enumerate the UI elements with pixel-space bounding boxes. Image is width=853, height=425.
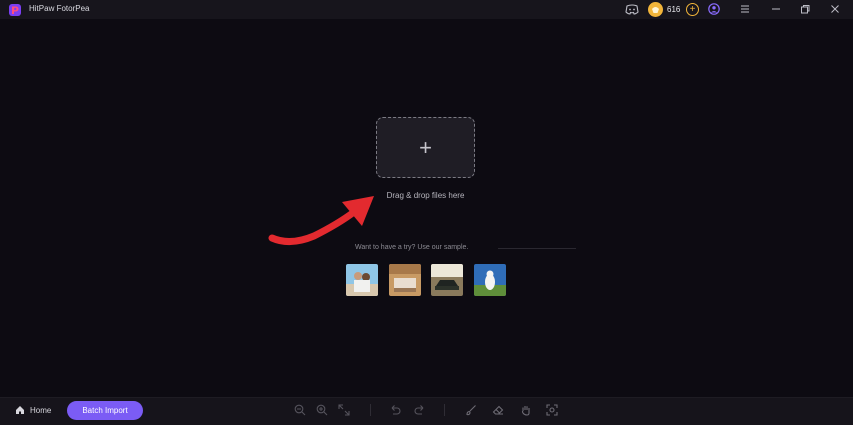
home-link[interactable]: Home: [30, 406, 51, 415]
sample-prompt: Want to have a try? Use our sample.: [355, 244, 469, 251]
discord-icon[interactable]: [625, 4, 639, 15]
coin-icon: [648, 2, 663, 17]
annotation-arrow: [268, 196, 374, 245]
fit-screen-icon[interactable]: [338, 404, 350, 416]
zoom-in-icon[interactable]: [316, 404, 328, 416]
plus-icon: +: [419, 134, 432, 160]
toolbar-separator: [444, 404, 445, 416]
home-icon[interactable]: [15, 405, 25, 415]
close-icon[interactable]: [829, 3, 841, 15]
app-logo: [9, 4, 21, 16]
drop-zone-label: Drag & drop files here: [386, 191, 465, 200]
redo-icon[interactable]: [414, 404, 426, 416]
hand-icon[interactable]: [520, 404, 532, 416]
user-icon[interactable]: [708, 3, 720, 15]
title-bar: [0, 0, 853, 19]
menu-icon[interactable]: [739, 3, 751, 15]
undo-icon[interactable]: [389, 404, 401, 416]
focus-icon[interactable]: [546, 404, 558, 416]
divider: [498, 248, 576, 249]
sample-thumbnail-car[interactable]: [431, 264, 463, 296]
zoom-out-icon[interactable]: [294, 404, 306, 416]
sample-thumbnail-couple[interactable]: [346, 264, 378, 296]
add-coin-icon[interactable]: +: [686, 3, 699, 16]
batch-import-button[interactable]: Batch Import: [67, 401, 143, 420]
eraser-icon[interactable]: [492, 404, 504, 416]
brush-icon[interactable]: [465, 404, 477, 416]
app-title: HitPaw FotorPea: [29, 4, 90, 13]
restore-icon[interactable]: [799, 3, 811, 15]
drop-zone[interactable]: +: [376, 117, 475, 178]
sample-thumbnail-dog[interactable]: [474, 264, 506, 296]
coin-count: 616: [667, 5, 681, 14]
minimize-icon[interactable]: [770, 3, 782, 15]
sample-thumbnail-sofa[interactable]: [389, 264, 421, 296]
toolbar-separator: [370, 404, 371, 416]
